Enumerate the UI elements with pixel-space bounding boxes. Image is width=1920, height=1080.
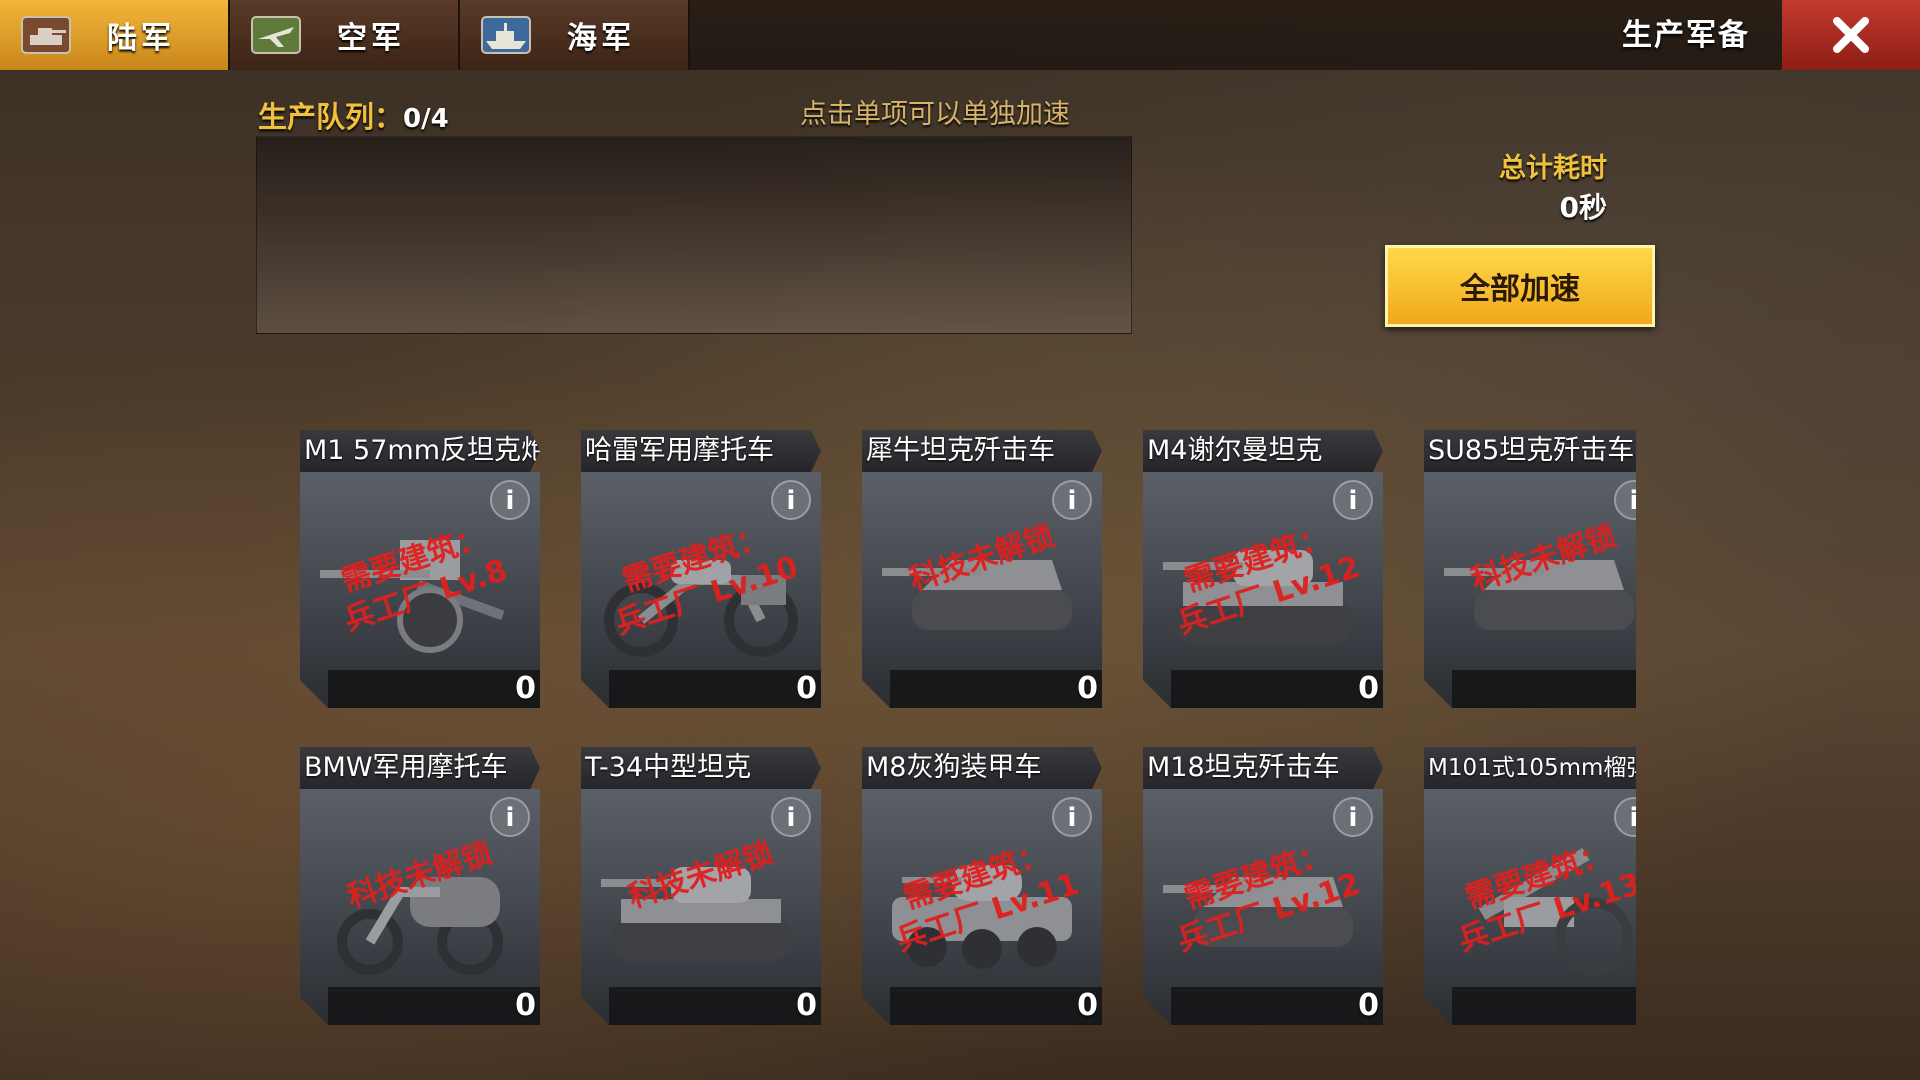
unit-count-bar bbox=[328, 987, 540, 1025]
page-title: 生产军备 bbox=[1622, 18, 1750, 53]
unit-card[interactable]: BMW军用摩托车 i 科技未解锁 0 bbox=[300, 747, 540, 1025]
queue-label-text: 生产队列： bbox=[258, 100, 404, 134]
unit-count: 0 bbox=[1077, 671, 1098, 706]
unit-count: 0 bbox=[515, 671, 536, 706]
unit-card[interactable]: 哈雷军用摩托车 i 需要建筑： 兵工厂 Lv.10 0 bbox=[581, 430, 821, 708]
unit-name: 哈雷军用摩托车 bbox=[581, 430, 821, 472]
tab-navy-label: 海军 bbox=[567, 21, 635, 56]
production-queue-box[interactable] bbox=[256, 136, 1132, 334]
unit-count-bar bbox=[609, 987, 821, 1025]
unit-count-bar bbox=[1171, 987, 1383, 1025]
speed-up-all-button[interactable]: 全部加速 bbox=[1385, 245, 1655, 327]
unit-count-bar bbox=[1171, 670, 1383, 708]
unit-name: BMW军用摩托车 bbox=[300, 747, 540, 789]
unit-count-bar bbox=[1452, 987, 1636, 1025]
plane-icon bbox=[248, 10, 304, 60]
queue-hint: 点击单项可以单独加速 bbox=[800, 99, 1070, 130]
unit-card[interactable]: M101式105mm榴弹i需要建筑： 兵工厂 Lv.130 bbox=[1424, 747, 1636, 1025]
close-icon bbox=[1833, 17, 1869, 53]
total-time-label: 总计耗时 bbox=[1499, 153, 1607, 184]
top-bar: 陆军 空军 海军 生产军备 bbox=[0, 0, 1920, 70]
unit-card[interactable]: M1 57mm反坦克炮 i 需要建筑： 兵工厂 Lv.8 0 bbox=[300, 430, 540, 708]
unit-card[interactable]: M4谢尔曼坦克 i 需要建筑： 兵工厂 Lv.12 0 bbox=[1143, 430, 1383, 708]
unit-name: M18坦克歼击车 bbox=[1143, 747, 1383, 789]
tab-air-force-label: 空军 bbox=[337, 21, 405, 56]
unit-count-bar bbox=[609, 670, 821, 708]
unit-name: M101式105mm榴弹 bbox=[1424, 747, 1636, 789]
unit-grid: M1 57mm反坦克炮 i 需要建筑： 兵工厂 Lv.8 0 哈雷军用摩托车 i 需要建筑：… bbox=[300, 430, 1636, 1030]
unit-card[interactable]: M8灰狗装甲车 i 需要建筑： 兵工厂 Lv.11 0 bbox=[862, 747, 1102, 1025]
unit-name: M8灰狗装甲车 bbox=[862, 747, 1102, 789]
unit-count: 0 bbox=[1077, 988, 1098, 1023]
unit-count: 0 bbox=[515, 988, 536, 1023]
tank-icon bbox=[18, 10, 74, 60]
unit-name: 犀牛坦克歼击车 bbox=[862, 430, 1102, 472]
unit-count: 0 bbox=[1358, 988, 1379, 1023]
queue-count: 0/4 bbox=[403, 104, 449, 134]
tab-air-force[interactable]: 空军 bbox=[230, 0, 460, 70]
unit-count: 0 bbox=[1358, 671, 1379, 706]
total-time-value: 0秒 bbox=[1559, 191, 1607, 224]
unit-name: M1 57mm反坦克炮 bbox=[300, 430, 540, 472]
unit-name: T-34中型坦克 bbox=[581, 747, 821, 789]
unit-card[interactable]: SU85坦克歼击车i科技未解锁0 bbox=[1424, 430, 1636, 708]
unit-card[interactable]: 犀牛坦克歼击车 i 科技未解锁 0 bbox=[862, 430, 1102, 708]
tab-navy[interactable]: 海军 bbox=[460, 0, 690, 70]
unit-count-bar bbox=[1452, 670, 1636, 708]
tab-army[interactable]: 陆军 bbox=[0, 0, 230, 70]
unit-card[interactable]: M18坦克歼击车 i 需要建筑： 兵工厂 Lv.12 0 bbox=[1143, 747, 1383, 1025]
unit-count-bar bbox=[890, 670, 1102, 708]
queue-label: 生产队列：0/4 bbox=[258, 94, 449, 136]
unit-count-bar bbox=[328, 670, 540, 708]
unit-name: M4谢尔曼坦克 bbox=[1143, 430, 1383, 472]
close-button[interactable] bbox=[1782, 0, 1920, 70]
unit-count: 0 bbox=[796, 671, 817, 706]
unit-card[interactable]: T-34中型坦克 i 科技未解锁 0 bbox=[581, 747, 821, 1025]
ship-icon bbox=[478, 10, 534, 60]
unit-name: SU85坦克歼击车 bbox=[1424, 430, 1636, 472]
unit-count-bar bbox=[890, 987, 1102, 1025]
tab-army-label: 陆军 bbox=[107, 21, 175, 56]
unit-count: 0 bbox=[796, 988, 817, 1023]
